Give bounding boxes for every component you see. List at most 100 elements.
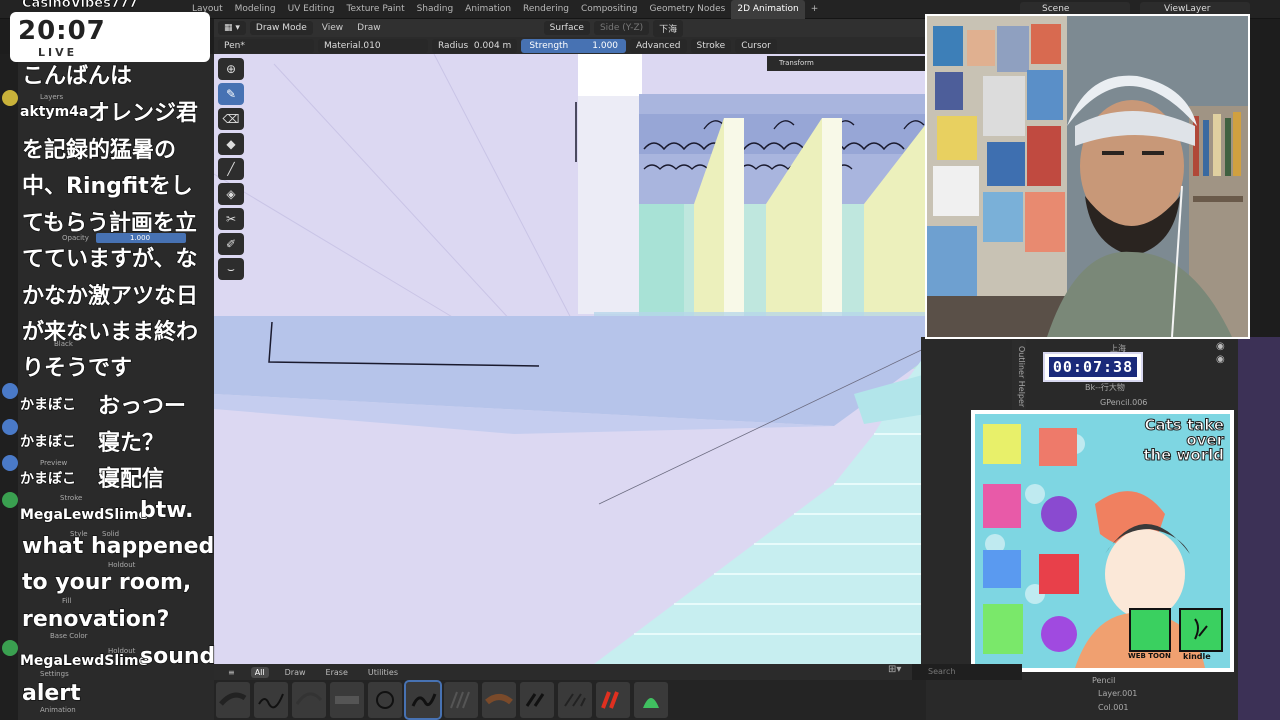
material-dropdown[interactable]: Material.010 [318,38,428,53]
fill-tool-icon[interactable]: ◆ [218,133,244,155]
preview-panel-header[interactable]: Preview [40,459,67,467]
brush-shelf [214,680,926,720]
chat-message: renovation? [21,606,170,632]
cutter-tool-icon[interactable]: ✂ [218,208,244,230]
chat-message: おっつー [97,393,187,419]
eye-icon[interactable]: ◉ [1216,354,1225,365]
line-tool-icon[interactable]: ╱ [218,158,244,180]
3d-viewport[interactable]: Transform [214,54,926,664]
layers-panel-header[interactable]: Layers [40,93,63,101]
editor-type-button[interactable]: ▦ ▾ [218,21,246,35]
draw-menu[interactable]: Draw [352,21,386,35]
chat-message: what happened [21,533,215,559]
shelf-tab-erase[interactable]: Erase [322,667,352,678]
asset-shelf-tabs: ≡ All Draw Erase Utilities [214,664,926,680]
brush-thumbnail[interactable] [596,682,630,718]
stream-timer: 00:07:38 [1043,352,1143,382]
eye-icon[interactable]: ◉ [1216,341,1225,352]
stroke-dropdown[interactable]: Stroke [690,38,732,53]
mode-dropdown[interactable]: Draw Mode [249,21,313,35]
overlay-decoration [1238,337,1280,720]
outliner-row[interactable]: Pencil [1092,676,1115,685]
brush-thumbnail[interactable] [444,682,478,718]
avatar [2,492,18,508]
brush-thumbnail[interactable] [330,682,364,718]
holdout-label[interactable]: Holdout [108,561,135,569]
tab-texture-paint[interactable]: Texture Paint [341,0,411,19]
stream-screen: Layout Modeling UV Editing Texture Paint… [0,0,1280,720]
chat-message: てもらう計画を立 [21,210,197,236]
outliner-row[interactable]: Bk--行大物 [1085,382,1125,393]
tool-column: ⊕ ✎ ⌫ ◆ ╱ ◈ ✂ ✐ ⌣ [218,58,246,283]
strength-slider[interactable]: Strength 1.000 [521,38,627,53]
settings-panel-header[interactable]: Settings [40,670,69,678]
tab-rendering[interactable]: Rendering [517,0,575,19]
stroke-panel-header[interactable]: Stroke [60,494,82,502]
tab-animation[interactable]: Animation [459,0,517,19]
clock-time: 20:07 [18,16,106,46]
side-dropdown[interactable]: Side (Y-Z) [593,21,650,35]
scene-drawing [214,54,926,664]
avatar [2,90,18,106]
brush-thumbnail[interactable] [254,682,288,718]
shelf-tab-all[interactable]: All [250,666,269,678]
transform-panel-tab[interactable]: Transform [767,56,926,71]
brush-dropdown[interactable]: Pen* [218,38,314,53]
brush-thumbnail[interactable] [558,682,592,718]
shelf-menu-icon[interactable]: ≡ [224,667,239,678]
fill-panel-header[interactable]: Fill [62,597,71,605]
channel-name: CasinoVibes777 [22,0,139,11]
layer-dropdown[interactable]: 下海 [653,19,684,37]
chat-message: オレンジ君 [87,100,199,126]
brush-thumbnail[interactable] [482,682,516,718]
book-ad: Cats take over the world WEB TOON kindle [971,410,1234,672]
curve-tool-icon[interactable]: ⌣ [218,258,244,280]
avatar [2,455,18,471]
brush-thumbnail[interactable] [368,682,402,718]
add-workspace-icon[interactable]: + [805,0,825,19]
chat-message: 寝た？ [97,430,165,456]
book-ad-title: Cats take over the world [1114,417,1225,463]
chat-message: 中、Ringfitをし [21,173,193,199]
view-menu[interactable]: View [317,21,348,35]
outliner-row[interactable]: Layer.001 [1098,689,1137,698]
tab-2d-animation[interactable]: 2D Animation [731,0,805,19]
brush-thumbnail[interactable] [520,682,554,718]
timer-value: 00:07:38 [1048,357,1138,377]
draw-tool-icon[interactable]: ✎ [218,83,244,105]
animation-panel-header[interactable]: Animation [40,706,76,714]
chat-username: かまぼこ [19,470,76,487]
avatar [2,640,18,656]
chat-username: かまぼこ [19,396,76,413]
tab-geometry-nodes[interactable]: Geometry Nodes [643,0,731,19]
tab-compositing[interactable]: Compositing [575,0,643,19]
chat-message: こんばんは [21,63,133,89]
chat-message: が来ないまま終わ [21,319,199,345]
brush-thumbnail[interactable] [634,682,668,718]
radius-label: Radius [438,40,469,51]
tab-modeling[interactable]: Modeling [229,0,282,19]
chat-username: かまぼこ [19,433,76,450]
shelf-tab-draw[interactable]: Draw [281,667,310,678]
cursor-dropdown[interactable]: Cursor [735,38,777,53]
shelf-search-input[interactable]: Search [912,664,1022,680]
advanced-dropdown[interactable]: Advanced [630,38,687,53]
surface-dropdown[interactable]: Surface [543,21,590,35]
brush-thumbnail[interactable] [292,682,326,718]
tint-tool-icon[interactable]: ◈ [218,183,244,205]
avatar [2,383,18,399]
brush-thumbnail[interactable] [216,682,250,718]
outliner-row[interactable]: Col.001 [1098,703,1129,712]
viewport-header: ▦ ▾ Draw Mode View Draw Surface Side (Y-… [214,19,926,37]
outliner-row[interactable]: GPencil.006 [1100,398,1147,407]
chat-message: 寝配信 [97,466,165,492]
brush-thumbnail-selected[interactable] [404,680,442,720]
base-color-label: Base Color [50,632,88,640]
radius-field[interactable]: Radius 0.004 m [432,38,518,53]
shelf-tab-utilities[interactable]: Utilities [364,667,402,678]
cursor-tool-icon[interactable]: ⊕ [218,58,244,80]
erase-tool-icon[interactable]: ⌫ [218,108,244,130]
tab-shading[interactable]: Shading [411,0,460,19]
tab-uv-editing[interactable]: UV Editing [282,0,341,19]
eyedropper-tool-icon[interactable]: ✐ [218,233,244,255]
